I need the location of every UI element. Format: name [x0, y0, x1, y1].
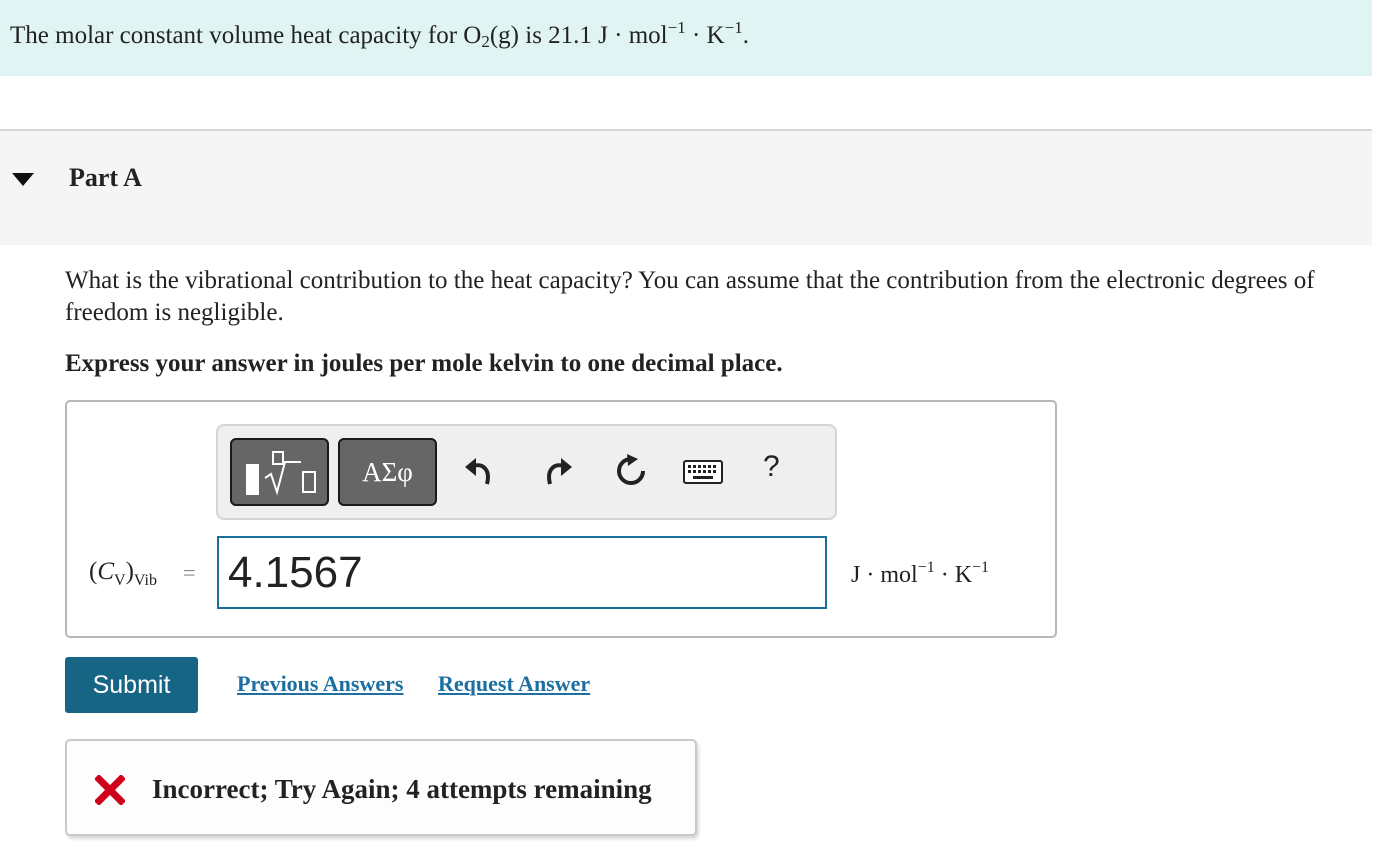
reset-icon[interactable]	[614, 454, 648, 488]
submit-button[interactable]: Submit	[65, 657, 198, 713]
incorrect-x-icon	[95, 775, 125, 805]
redo-icon[interactable]	[540, 454, 574, 488]
request-answer-link[interactable]: Request Answer	[438, 671, 590, 697]
help-button[interactable]: ?	[763, 450, 780, 484]
intro-banner: The molar constant volume heat capacity …	[0, 0, 1372, 76]
answer-instruction: Express your answer in joules per mole k…	[65, 350, 783, 377]
part-a-header[interactable]: Part A	[0, 129, 1372, 245]
units-label: J · mol−1 · K−1	[851, 559, 990, 588]
feedback-box: Incorrect; Try Again; 4 attempts remaini…	[65, 739, 697, 836]
intro-text: The molar constant volume heat capacity …	[10, 18, 749, 51]
keyboard-icon[interactable]	[683, 460, 723, 484]
previous-answers-link[interactable]: Previous Answers	[237, 671, 403, 697]
answer-box: ΑΣφ ? (CV)Vib = J · mol−1 · K−1	[65, 400, 1057, 638]
greek-symbols-button[interactable]: ΑΣφ	[338, 438, 437, 506]
math-toolbar: ΑΣφ ?	[216, 424, 837, 520]
sqrt-template-icon	[264, 451, 316, 496]
cursor-block-icon	[246, 464, 259, 495]
question-text: What is the vibrational contribution to …	[65, 267, 1315, 326]
variable-label: (CV)Vib	[89, 558, 157, 589]
part-title: Part A	[69, 163, 142, 192]
equals-sign: =	[183, 560, 196, 585]
feedback-text: Incorrect; Try Again; 4 attempts remaini…	[152, 774, 652, 804]
undo-icon[interactable]	[463, 454, 497, 488]
collapse-caret-icon[interactable]	[12, 173, 34, 186]
templates-button[interactable]	[230, 438, 329, 506]
answer-input[interactable]	[217, 536, 827, 609]
